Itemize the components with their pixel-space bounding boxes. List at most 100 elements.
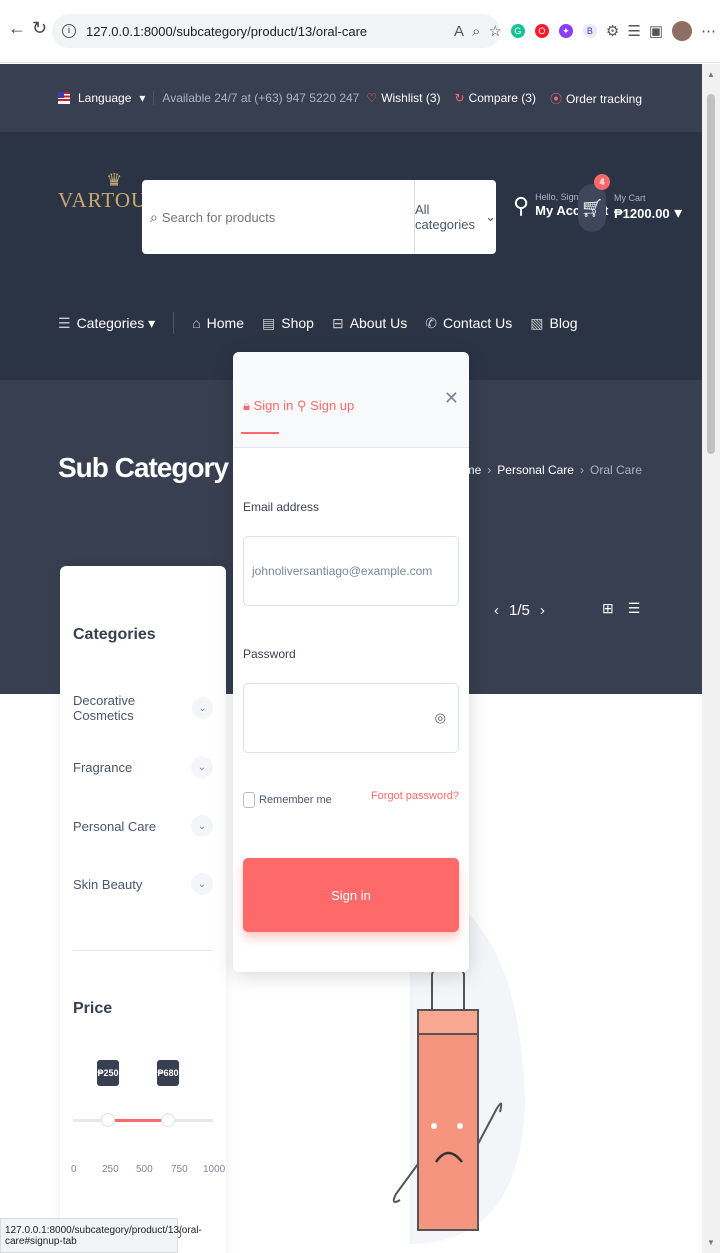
favorites-list-icon[interactable]: ☰ <box>627 22 640 40</box>
prev-page-icon[interactable]: ‹ <box>494 602 499 619</box>
password-label: Password <box>243 647 296 661</box>
order-tracking-link[interactable]: ⦿ Order tracking <box>550 90 642 107</box>
order-tracking-label: Order tracking <box>565 91 642 106</box>
cart-icon: 🛒︎ 4 <box>578 174 610 232</box>
extensions-bar: A ⌕ ☆ G O ✦ B ⚙ ☰ ▣ ⋯ <box>450 14 720 48</box>
chevron-down-icon: ⌄ <box>192 697 213 719</box>
tick-label: 0 <box>71 1164 77 1175</box>
profile-avatar[interactable] <box>672 21 692 41</box>
read-aloud-icon[interactable]: A <box>454 23 464 40</box>
tab-sign-in[interactable]: 🔒︎ Sign in <box>240 398 293 434</box>
nav-divider <box>173 312 175 334</box>
back-icon[interactable]: ← <box>8 18 26 39</box>
next-page-icon[interactable]: › <box>540 602 545 619</box>
heart-icon: ♡ <box>366 91 378 105</box>
favorite-icon[interactable]: ☆ <box>488 22 501 40</box>
category-decorative-cosmetics[interactable]: Decorative Cosmetics ⌄ <box>73 693 213 723</box>
cart-link[interactable]: 🛒︎ 4 My Cart ₱1200.00 ▾ <box>578 174 682 232</box>
category-label: Fragrance <box>73 759 133 775</box>
categories-menu[interactable]: ☰ Categories ▾ <box>58 315 155 332</box>
main-nav: ☰ Categories ▾ ⌂ Home ▤ Shop ⊟ About Us ✆ Con… <box>58 312 578 334</box>
bitwarden-icon[interactable]: B <box>582 24 597 38</box>
price-slider-min-handle[interactable] <box>101 1113 115 1127</box>
extension-icon[interactable]: ✦ <box>558 24 573 38</box>
categories-menu-label: Categories <box>76 314 145 331</box>
price-max-tag: ₱680 <box>157 1060 179 1086</box>
category-personal-care[interactable]: Personal Care ⌄ <box>73 811 213 841</box>
menu-icon: ☰ <box>58 314 71 331</box>
tick-label: 1000 <box>203 1164 226 1175</box>
cart-badge: 4 <box>594 174 610 190</box>
collections-icon[interactable]: ▣ <box>649 22 663 40</box>
more-icon[interactable]: ⋯ <box>701 22 716 40</box>
breadcrumb-oral-care: Oral Care <box>589 463 642 477</box>
info-icon[interactable]: i <box>62 24 76 38</box>
nav-contact[interactable]: ✆ Contact Us <box>425 315 512 332</box>
status-url: 127.0.0.1:8000/subcategory/product/13/or… <box>5 1224 202 1247</box>
nav-blog[interactable]: ▧ Blog <box>530 315 577 332</box>
nav-home-label: Home <box>206 315 245 331</box>
price-min-tag: ₱250 <box>97 1060 119 1086</box>
nav-shop[interactable]: ▤ Shop <box>262 315 314 332</box>
forgot-password-link[interactable]: Forgot password? <box>371 790 459 802</box>
tick-label: 750 <box>171 1164 188 1175</box>
close-icon[interactable]: ✕ <box>444 388 459 409</box>
category-fragrance[interactable]: Fragrance ⌄ <box>73 752 213 782</box>
zoom-icon[interactable]: ⌕ <box>472 23 480 40</box>
chevron-down-icon: ⌄ <box>191 815 213 837</box>
tab-sign-up[interactable]: ⚲ Sign up <box>297 398 354 414</box>
tick-label: 500 <box>136 1164 153 1175</box>
view-toggle: ⊞ ☰ <box>602 600 640 617</box>
password-field[interactable]: ◎ <box>243 683 459 753</box>
price-title: Price <box>73 1000 113 1017</box>
top-bar: Language ▾ Available 24/7 at (+63) 947 52… <box>0 64 702 132</box>
blog-icon: ▧ <box>530 314 544 331</box>
list-view-icon[interactable]: ☰ <box>628 600 641 617</box>
email-placeholder: johnoliversantiago@example.com <box>252 564 433 578</box>
nav-about[interactable]: ⊟ About Us <box>332 315 407 332</box>
price-slider-max-handle[interactable] <box>161 1113 175 1127</box>
user-icon: ⚲ <box>513 193 530 218</box>
category-label: Skin Beauty <box>73 876 143 892</box>
eye-icon[interactable]: ◎ <box>435 710 446 726</box>
remember-label: Remember me <box>259 794 332 806</box>
search-input[interactable] <box>161 209 402 225</box>
search-bar: ⌕ All categories ⌄ <box>142 180 496 254</box>
status-bar: 127.0.0.1:8000/subcategory/product/13/or… <box>0 1218 202 1253</box>
opera-icon[interactable]: O <box>534 24 549 38</box>
wishlist-link[interactable]: ♡ Wishlist (3) <box>366 91 440 105</box>
address-bar[interactable]: i 127.0.0.1:8000/subcategory/product/13/… <box>52 14 500 48</box>
language-select[interactable]: Language <box>78 91 131 105</box>
us-flag-icon <box>58 92 70 104</box>
category-label: Decorative Cosmetics <box>73 693 136 723</box>
scroll-down-icon[interactable]: ▼ <box>707 1238 715 1247</box>
remember-me[interactable]: Remember me <box>243 792 332 808</box>
page-indicator: 1/5 <box>509 602 530 619</box>
compare-link[interactable]: ↻ Compare (3) <box>455 91 536 105</box>
remember-checkbox[interactable] <box>243 792 255 808</box>
wishlist-label: Wishlist (3) <box>381 91 441 105</box>
sidebar-divider <box>73 950 213 951</box>
scrollbar-thumb[interactable] <box>707 94 715 454</box>
cart-label: My Cart <box>614 193 646 203</box>
user-icon: ⚲ <box>297 398 307 413</box>
nav-home[interactable]: ⌂ Home <box>192 315 244 331</box>
grid-view-icon[interactable]: ⊞ <box>602 600 614 617</box>
category-skin-beauty[interactable]: Skin Beauty ⌄ <box>73 869 213 899</box>
grammarly-icon[interactable]: G <box>510 24 525 38</box>
chevron-right-icon: › <box>579 463 584 477</box>
chevron-down-icon: ⌄ <box>485 209 496 224</box>
nav-contact-label: Contact Us <box>443 314 513 331</box>
page-scrollbar[interactable]: ▲ ▼ <box>702 64 720 1253</box>
category-select[interactable]: All categories ⌄ <box>414 180 496 254</box>
url-text: 127.0.0.1:8000/subcategory/product/13/or… <box>86 23 368 39</box>
puzzle-icon[interactable]: ⚙ <box>606 22 619 40</box>
sign-in-button[interactable]: Sign in <box>243 858 459 932</box>
scroll-up-icon[interactable]: ▲ <box>707 70 715 79</box>
email-field[interactable]: johnoliversantiago@example.com <box>243 536 459 606</box>
refresh-icon: ↻ <box>454 91 465 105</box>
phone-icon: ✆ <box>425 314 438 331</box>
breadcrumb-personal-care[interactable]: Personal Care <box>497 463 574 477</box>
breadcrumb: ⌂ Home › Personal Care › Oral Care <box>439 463 642 477</box>
reload-icon[interactable]: ↻ <box>32 18 47 39</box>
